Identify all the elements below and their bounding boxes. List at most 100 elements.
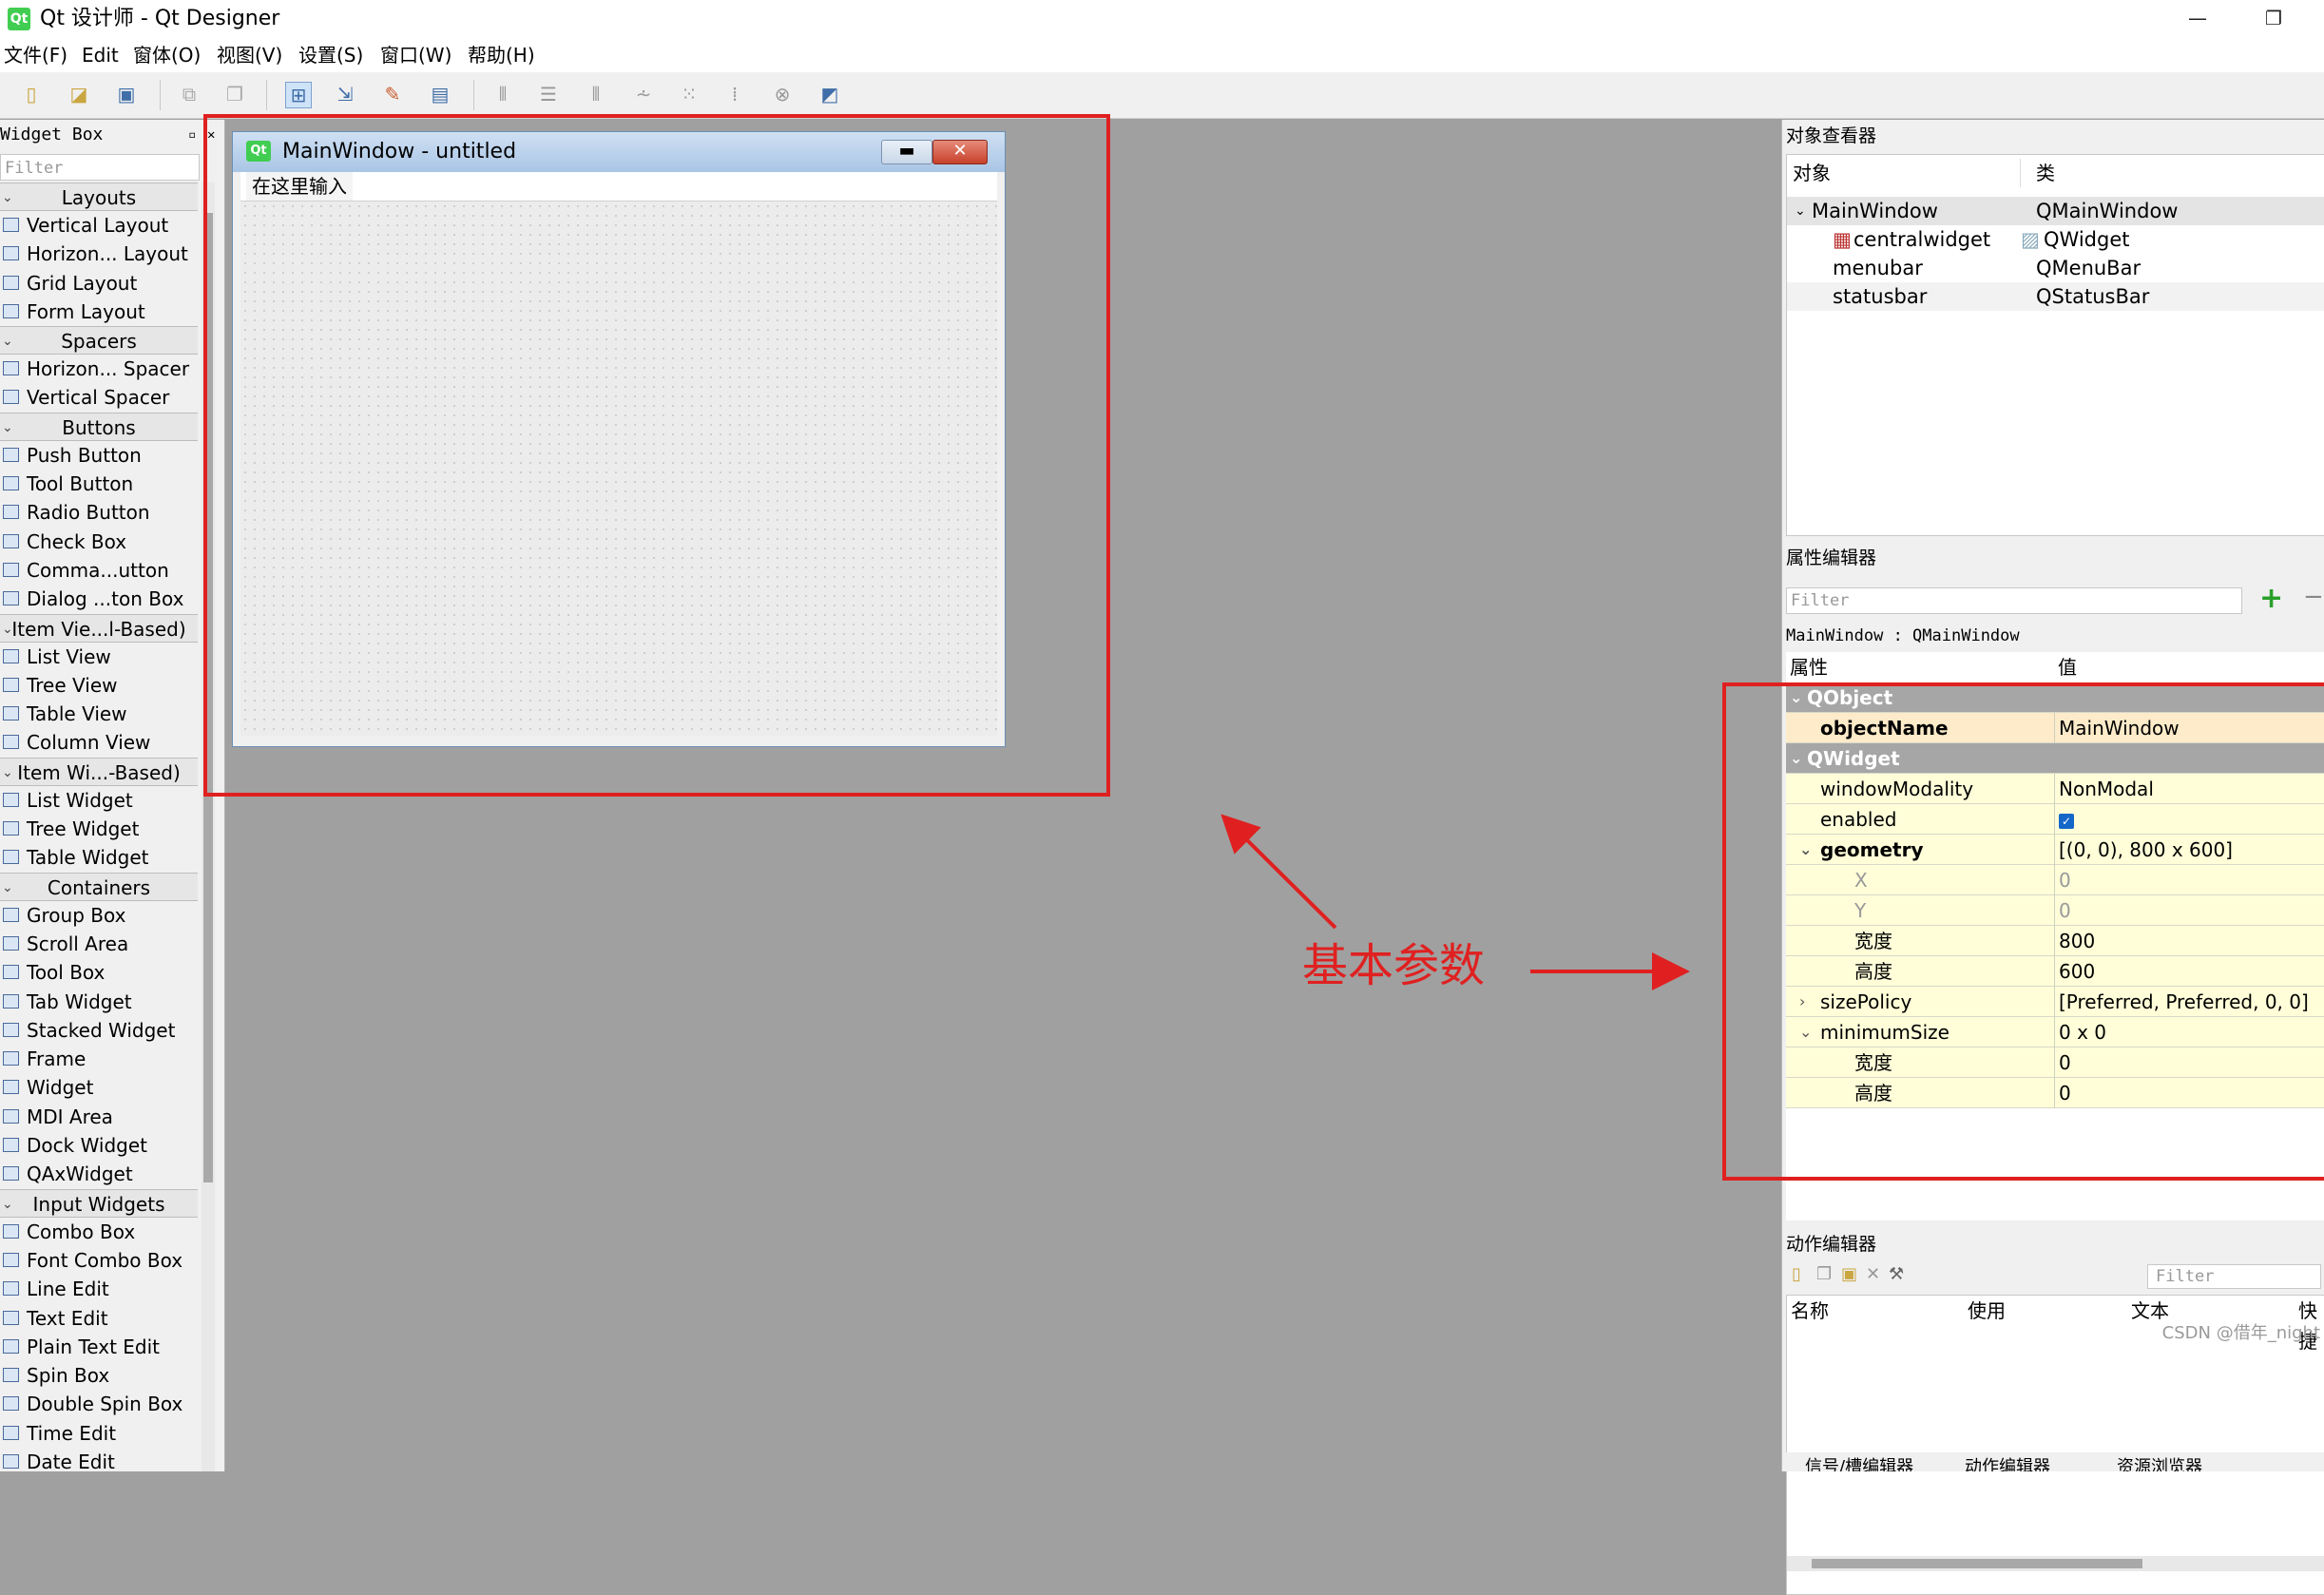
menu-edit[interactable]: Edit: [82, 42, 119, 68]
widget-category[interactable]: ⌄ Containers: [0, 872, 198, 902]
widget-item[interactable]: Tab Widget: [0, 988, 198, 1016]
chevron-down-icon[interactable]: ⌄: [2, 759, 13, 787]
widget-item[interactable]: Check Box: [0, 528, 198, 556]
break-layout-icon[interactable]: ⊗: [770, 82, 795, 106]
float-icon[interactable]: ▫: [188, 120, 196, 150]
widget-item[interactable]: Column View: [0, 728, 198, 757]
chevron-down-icon[interactable]: ⌄: [2, 327, 13, 356]
chevron-down-icon[interactable]: ⌄: [2, 413, 13, 442]
widget-item[interactable]: Tree View: [0, 671, 198, 700]
widget-item[interactable]: Table Widget: [0, 843, 198, 872]
widget-category[interactable]: ⌄ Layouts: [0, 183, 198, 211]
widget-item[interactable]: Plain Text Edit: [0, 1333, 198, 1361]
widget-item[interactable]: Radio Button: [0, 498, 198, 527]
widget-item[interactable]: Group Box: [0, 901, 198, 930]
widget-item[interactable]: Vertical Layout: [0, 211, 198, 240]
widget-item[interactable]: Date Edit: [0, 1448, 198, 1471]
widget-item[interactable]: Spin Box: [0, 1361, 198, 1390]
widget-item[interactable]: Comma...utton: [0, 556, 198, 585]
layout-form-icon[interactable]: ⁞: [722, 82, 747, 106]
widget-item[interactable]: Horizon... Layout: [0, 240, 198, 268]
edit-signals-icon[interactable]: ⇲: [333, 82, 357, 106]
add-property-icon[interactable]: +: [2259, 584, 2283, 614]
layout-h-splitter-icon[interactable]: ⫴: [584, 82, 608, 106]
widget-item[interactable]: Double Spin Box: [0, 1390, 198, 1418]
widget-item[interactable]: Scroll Area: [0, 930, 198, 958]
widget-item[interactable]: MDI Area: [0, 1103, 198, 1131]
edit-widgets-icon[interactable]: ⊞: [285, 82, 312, 108]
widget-item[interactable]: Frame: [0, 1045, 198, 1073]
object-class: QWidget: [2044, 228, 2130, 251]
action-filter-input[interactable]: Filter: [2147, 1264, 2321, 1289]
layout-grid-icon[interactable]: ⁙: [677, 82, 701, 106]
configure-icon[interactable]: ⚒: [1889, 1264, 1904, 1284]
widget-item[interactable]: Table View: [0, 700, 198, 728]
copy-action-icon[interactable]: ❐: [1816, 1264, 1832, 1284]
widget-item[interactable]: Text Edit: [0, 1304, 198, 1333]
chevron-down-icon[interactable]: ⌄: [2, 874, 13, 902]
tab-signal-slot-editor[interactable]: 信号/槽编辑器: [1805, 1458, 1913, 1472]
copy-icon[interactable]: ❐: [222, 82, 247, 106]
edit-tab-order-icon[interactable]: ▤: [428, 82, 452, 106]
tree-row[interactable]: ▦ centralwidget ▨ QWidget: [1787, 225, 2324, 254]
save-icon[interactable]: ▣: [114, 82, 139, 106]
widget-item[interactable]: Widget: [0, 1073, 198, 1102]
widget-category[interactable]: ⌄ Item Wi...-Based): [0, 757, 198, 787]
widget-item[interactable]: Combo Box: [0, 1218, 198, 1246]
edit-buddies-icon[interactable]: ✎: [380, 82, 405, 106]
widget-category[interactable]: ⌄ Spacers: [0, 326, 198, 356]
paste-action-icon[interactable]: ▣: [1841, 1264, 1857, 1284]
menu-form[interactable]: 窗体(O): [133, 42, 201, 68]
widget-category[interactable]: ⌄ Input Widgets: [0, 1188, 198, 1219]
chevron-down-icon[interactable]: ⌄: [2, 183, 13, 212]
widget-item[interactable]: Tree Widget: [0, 815, 198, 843]
adjust-size-icon[interactable]: ◩: [817, 82, 842, 106]
property-filter-input[interactable]: Filter: [1786, 587, 2242, 614]
menu-help[interactable]: 帮助(H): [468, 42, 535, 68]
widget-item[interactable]: List View: [0, 643, 198, 671]
widget-type-icon: [3, 1051, 19, 1067]
layout-v-splitter-icon[interactable]: ⩪: [631, 82, 656, 106]
tab-resource-browser[interactable]: 资源浏览器: [2117, 1458, 2202, 1472]
open-folder-icon[interactable]: ◪: [67, 82, 91, 106]
tree-row[interactable]: statusbar QStatusBar: [1787, 282, 2324, 311]
action-table-scroll-thumb[interactable]: [1812, 1559, 2142, 1568]
widget-item[interactable]: QAxWidget: [0, 1160, 198, 1188]
chevron-down-icon[interactable]: ⌄: [2, 615, 13, 644]
widget-item[interactable]: Font Combo Box: [0, 1246, 198, 1275]
layout-horizontal-icon[interactable]: ⦀: [490, 82, 515, 106]
widget-item[interactable]: Dock Widget: [0, 1131, 198, 1160]
widget-item[interactable]: Dialog ...ton Box: [0, 585, 198, 613]
menu-window[interactable]: 窗口(W): [380, 42, 451, 68]
widget-item[interactable]: Horizon... Spacer: [0, 355, 198, 383]
widget-item[interactable]: Tool Button: [0, 470, 198, 498]
tab-action-editor[interactable]: 动作编辑器: [1965, 1458, 2050, 1472]
widget-item[interactable]: Tool Box: [0, 958, 198, 987]
menu-file[interactable]: 文件(F): [4, 42, 67, 68]
restore-button[interactable]: ❐: [2245, 0, 2302, 38]
tree-row[interactable]: ⌄ MainWindow QMainWindow: [1787, 197, 2324, 225]
widget-item[interactable]: List Widget: [0, 786, 198, 815]
widget-item[interactable]: Push Button: [0, 441, 198, 470]
chevron-down-icon[interactable]: ⌄: [2, 1190, 13, 1219]
widget-filter-input[interactable]: Filter: [0, 154, 200, 181]
remove-property-icon[interactable]: −: [2303, 582, 2324, 612]
widget-item[interactable]: Vertical Spacer: [0, 383, 198, 412]
menu-settings[interactable]: 设置(S): [298, 42, 363, 68]
widget-item[interactable]: Time Edit: [0, 1419, 198, 1448]
menu-view[interactable]: 视图(V): [217, 42, 282, 68]
widget-item[interactable]: Form Layout: [0, 298, 198, 326]
new-action-icon[interactable]: ▯: [1792, 1264, 1801, 1284]
widget-category[interactable]: ⌄ Item Vie...l-Based): [0, 613, 198, 644]
tree-row[interactable]: menubar QMenuBar: [1787, 254, 2324, 282]
new-file-icon[interactable]: ▯: [19, 82, 44, 106]
cut-icon[interactable]: ⧉: [177, 82, 202, 106]
widget-item[interactable]: Grid Layout: [0, 269, 198, 298]
delete-action-icon[interactable]: ✕: [1866, 1264, 1880, 1284]
minimize-button[interactable]: —: [2169, 0, 2226, 38]
widget-item[interactable]: Stacked Widget: [0, 1016, 198, 1045]
chevron-down-icon[interactable]: ⌄: [1795, 197, 1806, 225]
widget-category[interactable]: ⌄ Buttons: [0, 412, 198, 442]
widget-item[interactable]: Line Edit: [0, 1275, 198, 1303]
layout-vertical-icon[interactable]: ☰: [536, 82, 561, 106]
